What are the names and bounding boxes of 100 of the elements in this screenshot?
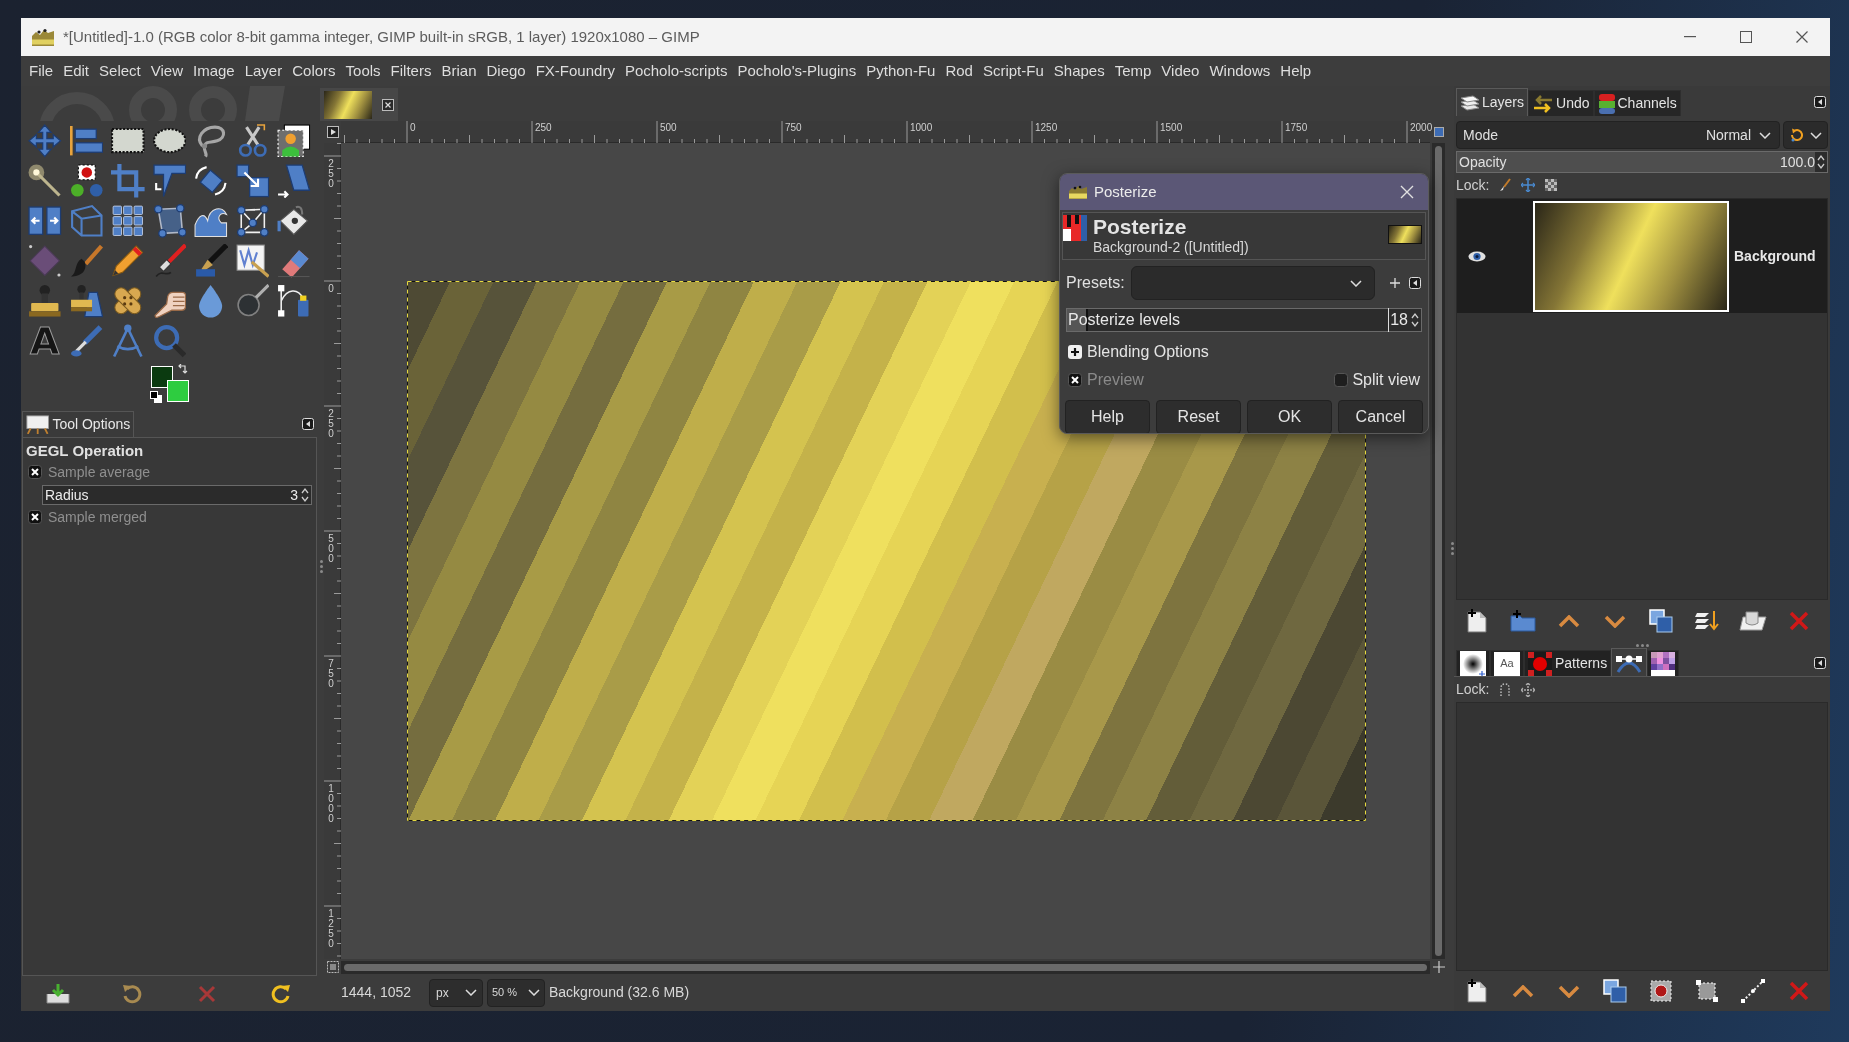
person-selection-icon[interactable] (277, 124, 311, 158)
menu-item[interactable]: Python-Fu (861, 59, 941, 83)
shear-icon[interactable] (277, 164, 311, 198)
eyedropper-icon[interactable] (69, 324, 104, 358)
bucket-icon[interactable] (277, 204, 311, 238)
foreground-color-swatch[interactable] (151, 366, 173, 388)
crop-icon[interactable] (111, 164, 145, 198)
checkerboard-lock-icon[interactable] (1545, 179, 1558, 191)
close-icon[interactable] (382, 98, 394, 111)
minimize-icon[interactable] (1684, 36, 1696, 38)
compass-icon[interactable] (111, 324, 145, 358)
menu-item[interactable]: Pocholo's-Plugins (732, 59, 862, 83)
menu-item[interactable]: View (145, 59, 188, 83)
swap-arrows-icon[interactable] (178, 364, 188, 374)
duplicate-icon[interactable] (1649, 609, 1673, 633)
menu-item[interactable]: Brian (436, 59, 482, 83)
menu-item[interactable]: Edit (58, 59, 95, 83)
menu-item[interactable]: Image (188, 59, 240, 83)
menu-item[interactable]: Windows (1204, 59, 1276, 83)
menu-item[interactable]: Filters (385, 59, 437, 83)
move-icon[interactable] (28, 124, 62, 158)
rectangle-select-icon[interactable] (111, 128, 145, 154)
menu-item[interactable]: Pocholo-scripts (619, 59, 733, 83)
background-color-swatch[interactable] (167, 380, 189, 402)
expander-label[interactable]: Blending Options (1087, 340, 1209, 364)
unified-transform-icon[interactable] (152, 164, 187, 198)
plus-icon[interactable] (1390, 278, 1400, 288)
default-colors-icon[interactable] (150, 391, 162, 403)
grid-icon[interactable] (111, 204, 145, 238)
dock-tab[interactable]: Channels (1593, 90, 1681, 116)
close-icon[interactable] (1796, 31, 1808, 43)
new-page-icon[interactable] (1467, 609, 1487, 633)
menu-item[interactable]: Layer (239, 59, 288, 83)
down-chevron-icon[interactable] (1558, 984, 1580, 998)
dodge-burn-icon[interactable] (235, 284, 270, 318)
paintbrush-icon[interactable] (69, 244, 104, 278)
panel-menu-icon[interactable] (1814, 96, 1826, 108)
brush-lock-icon[interactable] (1499, 178, 1512, 192)
dock-tab[interactable]: Patterns (1524, 650, 1612, 676)
align-icon[interactable] (69, 126, 104, 156)
expander-icon[interactable] (1068, 345, 1082, 359)
menu-item[interactable]: Diego (481, 59, 531, 83)
grip-icon[interactable] (1450, 542, 1454, 555)
menu-item[interactable]: FX-Foundry (530, 59, 620, 83)
ruler-menu-icon[interactable] (326, 126, 339, 138)
nodes-icon[interactable] (235, 204, 270, 238)
dotted-square-icon[interactable] (1696, 980, 1718, 1002)
menu-item[interactable]: File (24, 59, 59, 83)
droplet-icon[interactable] (198, 284, 224, 318)
spin-arrows-icon[interactable] (301, 487, 309, 503)
panel-menu-icon[interactable] (1409, 277, 1421, 289)
dialog-button[interactable]: Reset (1156, 400, 1241, 433)
up-chevron-icon[interactable] (1512, 984, 1534, 998)
magic-wand-icon[interactable] (28, 164, 62, 198)
menu-item[interactable]: Script-Fu (977, 59, 1049, 83)
zoom-dropdown[interactable]: 50 % (487, 978, 545, 1007)
perspective-stamp-icon[interactable] (69, 284, 104, 318)
menu-item[interactable]: Select (94, 59, 146, 83)
path-icon[interactable] (277, 284, 311, 318)
ellipse-select-icon[interactable] (152, 128, 187, 154)
spin-arrows-icon[interactable] (1817, 154, 1825, 170)
up-chevron-icon[interactable] (1558, 614, 1580, 628)
navigate-icon[interactable] (1432, 961, 1445, 973)
rotate-icon[interactable] (194, 164, 228, 198)
move-lock-icon[interactable] (1521, 178, 1536, 192)
mask-icon[interactable] (1739, 611, 1767, 631)
new-page-icon[interactable] (1467, 979, 1487, 1003)
menu-item[interactable]: Help (1275, 59, 1317, 83)
down-chevron-icon[interactable] (1604, 614, 1626, 628)
image-tab[interactable] (320, 88, 398, 121)
dock-tab[interactable]: Layers (1456, 88, 1529, 116)
scale-icon[interactable] (235, 164, 270, 198)
radius-field[interactable]: Radius 3 (42, 485, 312, 505)
posterize-levels-field[interactable]: Posterize levels 18 (1066, 308, 1422, 332)
dock-tab[interactable]: Undo (1528, 90, 1594, 116)
reset-icon[interactable] (270, 983, 291, 1004)
pencil-icon[interactable] (111, 244, 145, 278)
composite-mode-dropdown[interactable] (1783, 121, 1828, 149)
circle-in-square-icon[interactable] (1650, 980, 1672, 1002)
layer-row[interactable]: Background (1457, 199, 1827, 313)
panel-menu-icon[interactable] (302, 418, 314, 430)
menu-item[interactable]: Tools (340, 59, 386, 83)
restore-icon[interactable] (122, 983, 143, 1004)
folder-plus-icon[interactable] (1510, 610, 1536, 632)
path-lock-icon[interactable] (1499, 682, 1512, 697)
dialog-button[interactable]: Help (1065, 400, 1150, 433)
zoom-fit-icon[interactable] (1433, 127, 1444, 137)
menu-item[interactable]: Rod (940, 59, 978, 83)
horizontal-scrollbar[interactable] (341, 960, 1430, 974)
menu-item[interactable]: Video (1156, 59, 1205, 83)
flip-icon[interactable] (28, 206, 62, 236)
merge-down-icon[interactable] (1694, 610, 1720, 632)
dock-tab[interactable] (1647, 650, 1680, 676)
cube-icon[interactable] (69, 204, 104, 238)
save-tray-icon[interactable] (46, 983, 71, 1004)
stamp-icon[interactable] (28, 284, 62, 318)
maximize-icon[interactable] (1740, 31, 1752, 43)
mode-dropdown[interactable]: Mode Normal (1456, 121, 1780, 149)
vertical-scrollbar[interactable] (1432, 143, 1445, 959)
opacity-field[interactable]: Opacity 100.0 (1456, 151, 1828, 173)
